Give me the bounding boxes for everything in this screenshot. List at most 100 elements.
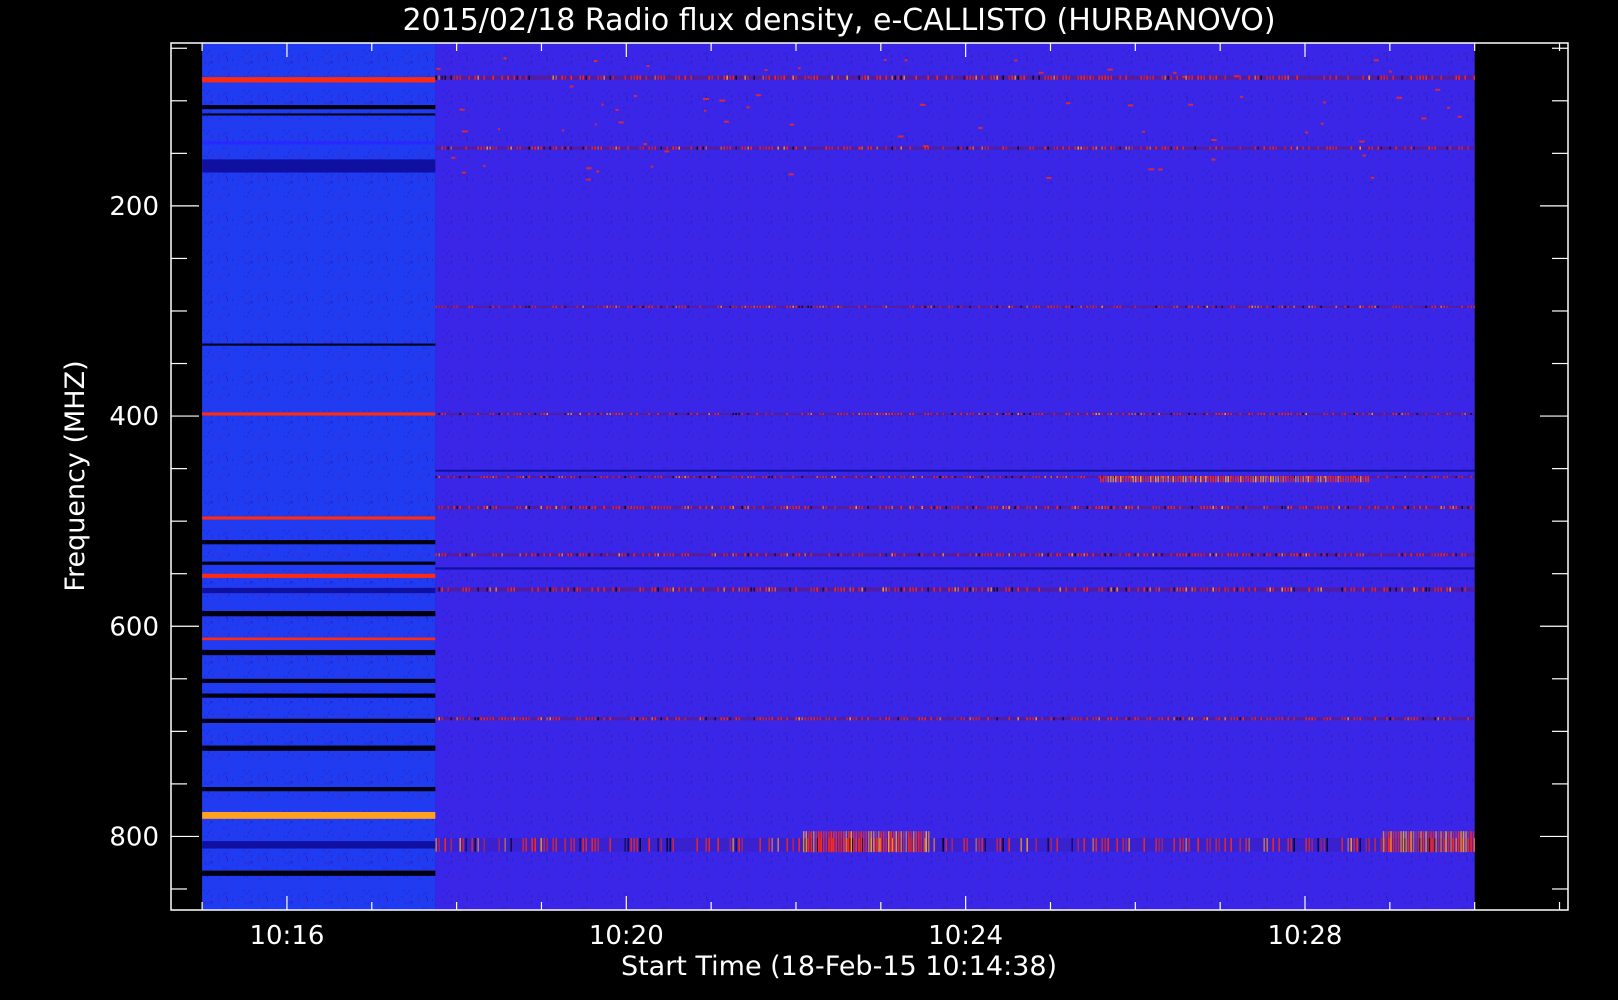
hot-patch-streak — [1232, 476, 1234, 483]
segment-2-band-streak — [1008, 505, 1010, 510]
segment-2-band-streak — [477, 838, 479, 852]
segment-2-band-streak — [624, 475, 626, 479]
segment-2-band-streak — [1227, 505, 1229, 510]
hot-patch-streak — [1415, 831, 1417, 853]
hot-patch-streak — [1382, 831, 1385, 853]
hot-patch-streak — [1117, 476, 1119, 483]
segment-2-band-streak — [1443, 717, 1445, 721]
segment-2-band-streak — [1032, 412, 1034, 416]
segment-2-band-streak — [741, 505, 743, 510]
segment-2-band-streak — [549, 475, 551, 479]
segment-2-band-streak — [897, 75, 899, 80]
segment-2-band-streak — [816, 475, 818, 479]
segment-2-band-streak — [648, 146, 650, 150]
hot-patch-streak — [1277, 476, 1279, 483]
segment-2-band-streak — [582, 305, 584, 308]
segment-2-band-streak — [1080, 553, 1082, 557]
segment-2-band-streak — [717, 75, 719, 80]
segment-2-band-streak — [1098, 75, 1100, 80]
segment-2-band-streak — [1443, 305, 1445, 308]
segment-2-band-streak — [1092, 553, 1094, 557]
segment-2-band-streak — [789, 505, 791, 510]
segment-2-band-streak — [1266, 305, 1268, 308]
segment-2-band-streak — [1254, 305, 1256, 308]
segment-2-band-streak — [624, 838, 626, 852]
segment-2-band-streak — [1086, 412, 1088, 416]
segment-2-band-streak — [1197, 838, 1199, 852]
segment-2-band-streak — [1362, 412, 1364, 416]
segment-2-band-streak — [1356, 412, 1358, 416]
segment-2-band-streak — [1071, 475, 1073, 479]
segment-2-band-streak — [1383, 412, 1385, 416]
segment-1-band — [202, 343, 436, 346]
segment-2-band-streak — [804, 553, 806, 557]
hot-patch-streak — [1205, 476, 1207, 483]
hot-patch-streak — [1322, 476, 1324, 483]
segment-2-band-streak — [1095, 717, 1097, 721]
segment-2-band-streak — [1071, 305, 1073, 308]
segment-2-band-streak — [513, 305, 515, 308]
hot-patch-streak — [1297, 476, 1299, 483]
segment-2-band-streak — [1293, 838, 1295, 852]
segment-2-band-streak — [588, 553, 590, 557]
segment-2-band-streak — [855, 475, 857, 479]
segment-2-band-streak — [1017, 146, 1019, 150]
segment-2-band-streak — [912, 412, 914, 416]
hot-patch-streak — [820, 831, 822, 853]
segment-2-band-streak — [603, 305, 605, 308]
segment-2-band-streak — [651, 717, 653, 721]
hot-patch-streak — [1162, 476, 1164, 483]
signal-dot — [1457, 115, 1462, 118]
segment-2-band-streak — [705, 838, 707, 852]
segment-2-band-streak — [1299, 412, 1301, 416]
segment-2-band-streak — [639, 305, 641, 308]
segment-2-band-streak — [1308, 305, 1310, 308]
segment-2-band-streak — [1029, 412, 1031, 416]
segment-2-band-streak — [963, 838, 965, 852]
segment-2-band-streak — [1035, 412, 1037, 416]
segment-2-band-streak — [1047, 75, 1049, 80]
segment-2-band-streak — [954, 717, 956, 721]
segment-2-band-streak — [516, 146, 518, 150]
segment-2-band-streak — [711, 475, 713, 479]
segment-2-band-streak — [654, 553, 656, 557]
segment-2-band-streak — [939, 505, 941, 510]
segment-2-band-streak — [831, 305, 833, 308]
segment-2-band-streak — [1143, 553, 1145, 557]
segment-2-band-streak — [1314, 587, 1316, 592]
segment-2-band-streak — [444, 146, 446, 150]
segment-2-band-streak — [1221, 505, 1223, 510]
segment-2-band-streak — [1398, 412, 1400, 416]
segment-2-band-streak — [483, 838, 485, 852]
segment-2-band-streak — [1308, 587, 1310, 592]
segment-2-band-streak — [675, 146, 677, 150]
segment-2-band-streak — [861, 412, 863, 416]
hot-patch-streak — [1347, 476, 1349, 483]
segment-2-band-streak — [825, 717, 827, 721]
signal-dot — [586, 167, 592, 170]
segment-2-band-streak — [1092, 305, 1094, 308]
segment-2-band-streak — [747, 412, 749, 416]
segment-2-band-streak — [1092, 838, 1094, 852]
segment-2-band-streak — [951, 475, 953, 479]
segment-2-band-streak — [669, 505, 671, 510]
segment-2-band-streak — [738, 838, 740, 852]
segment-2-band-streak — [894, 553, 896, 557]
segment-2-band-streak — [642, 146, 644, 150]
segment-2-band-streak — [1281, 553, 1283, 557]
segment-2-band-streak — [801, 475, 803, 479]
segment-2-band-streak — [543, 838, 545, 852]
segment-2-band-streak — [1407, 717, 1409, 721]
segment-2-band-streak — [921, 505, 923, 510]
segment-2-band-streak — [597, 75, 599, 80]
segment-2-band-streak — [1422, 587, 1424, 592]
segment-2-band-streak — [663, 75, 665, 80]
segment-2-band-streak — [489, 505, 491, 510]
signal-dot — [788, 173, 794, 176]
segment-2-band-streak — [1113, 305, 1115, 308]
segment-2-band-streak — [1317, 587, 1319, 592]
segment-2-band-streak — [1221, 146, 1223, 150]
segment-2-band-streak — [1368, 505, 1370, 510]
segment-2-band-streak — [795, 717, 797, 721]
hot-patch-streak — [1127, 476, 1129, 483]
